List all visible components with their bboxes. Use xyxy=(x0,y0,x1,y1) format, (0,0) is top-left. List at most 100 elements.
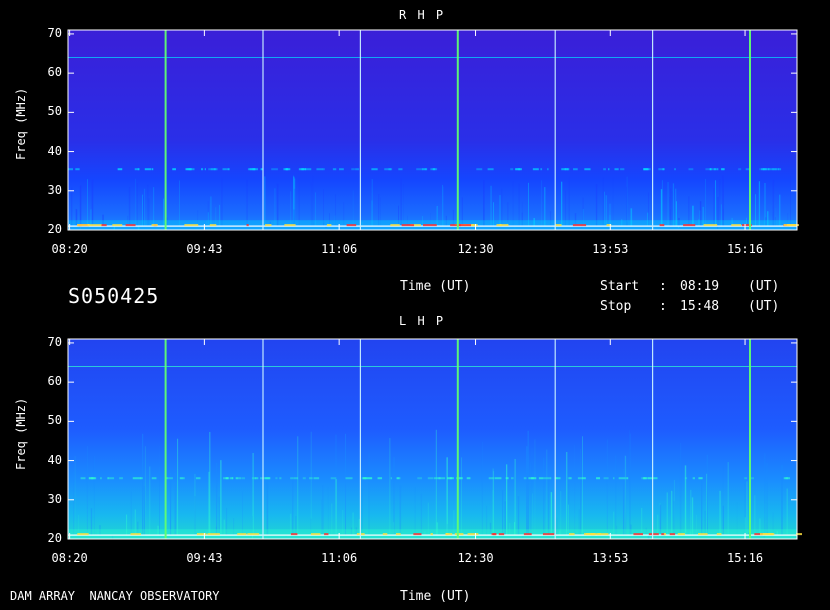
interference-band xyxy=(225,477,229,480)
interference-band xyxy=(643,168,650,171)
burst-spot xyxy=(467,533,479,536)
burst-spot xyxy=(669,533,676,536)
interference-band xyxy=(760,168,767,171)
interference-band xyxy=(398,168,403,171)
burst-spot xyxy=(783,224,791,227)
burst-spot xyxy=(326,224,332,227)
interference-band xyxy=(229,477,233,480)
interference-band xyxy=(172,168,176,171)
burst-spot xyxy=(659,224,665,227)
interference-band xyxy=(137,168,140,171)
interference-band xyxy=(577,477,583,480)
interference-band xyxy=(390,477,392,480)
burst-spot xyxy=(396,533,401,536)
interference-band xyxy=(179,477,183,480)
burst-spot xyxy=(698,533,708,536)
interference-band xyxy=(573,168,578,171)
burst-spot xyxy=(523,533,532,536)
burst-spot xyxy=(716,533,722,536)
interference-band xyxy=(446,477,454,480)
burst-spot xyxy=(555,224,562,227)
interference-band xyxy=(68,168,73,171)
burst-spot xyxy=(648,533,659,536)
interference-band xyxy=(459,477,463,480)
burst-spot xyxy=(184,224,199,227)
interference-band xyxy=(550,477,552,480)
interference-band xyxy=(427,477,433,480)
burst-spot xyxy=(731,224,742,227)
burst-spot xyxy=(77,533,89,536)
interference-band xyxy=(515,168,520,171)
burst-spot xyxy=(246,224,249,227)
interference-band xyxy=(505,477,509,480)
interference-band xyxy=(532,168,539,171)
interference-band xyxy=(338,168,344,171)
interference-band xyxy=(309,477,313,480)
interference-band xyxy=(186,168,192,171)
interference-band xyxy=(302,477,306,480)
interference-band xyxy=(538,477,544,480)
interference-band xyxy=(620,168,625,171)
interference-band xyxy=(351,168,355,171)
interference-band xyxy=(316,168,324,171)
interference-band xyxy=(275,477,278,480)
interference-band xyxy=(540,168,543,171)
interference-band xyxy=(368,477,373,480)
burst-spot xyxy=(677,533,685,536)
interference-band xyxy=(626,477,629,480)
interference-band xyxy=(561,168,566,171)
interference-band xyxy=(648,477,653,480)
interference-band xyxy=(596,477,601,480)
burst-spot xyxy=(454,533,464,536)
interference-band xyxy=(299,168,304,171)
interference-band xyxy=(398,477,401,480)
burst-spot xyxy=(542,533,555,536)
interference-band xyxy=(692,477,695,480)
interference-band xyxy=(674,168,676,171)
interference-band xyxy=(264,477,270,480)
interference-band xyxy=(487,168,494,171)
interference-band xyxy=(107,477,115,480)
interference-band xyxy=(567,477,571,480)
interference-band xyxy=(136,477,142,480)
rhp-spectrogram-panel xyxy=(67,29,799,231)
interference-band xyxy=(614,168,619,171)
burst-spot xyxy=(112,224,123,227)
interference-band xyxy=(432,168,436,171)
interference-band xyxy=(355,168,360,171)
burst-spot xyxy=(310,533,321,536)
interference-band xyxy=(279,477,282,480)
interference-band xyxy=(227,168,230,171)
burst-spot xyxy=(569,533,575,536)
interference-band xyxy=(721,168,725,171)
interference-band xyxy=(80,477,86,480)
interference-band xyxy=(511,477,514,480)
interference-band xyxy=(75,168,80,171)
burst-spot xyxy=(151,224,158,227)
interference-band xyxy=(371,168,378,171)
burst-spot xyxy=(633,533,643,536)
interference-band xyxy=(785,477,789,480)
interference-band xyxy=(494,477,502,480)
interference-band xyxy=(117,168,123,171)
burst-spot xyxy=(413,533,422,536)
burst-spot xyxy=(76,224,90,227)
burst-spot xyxy=(390,224,400,227)
interference-band xyxy=(119,477,123,480)
burst-spot xyxy=(284,224,296,227)
interference-band xyxy=(768,168,770,171)
interference-band xyxy=(466,477,471,480)
burst-spot xyxy=(130,533,141,536)
interference-band xyxy=(283,168,288,171)
burst-spot xyxy=(422,224,437,227)
interference-band xyxy=(362,477,369,480)
burst-spot xyxy=(450,224,462,227)
interference-band xyxy=(271,168,278,171)
interference-band xyxy=(210,168,218,171)
burst-spot xyxy=(346,224,357,227)
interference-band xyxy=(247,168,255,171)
burst-spot xyxy=(125,224,136,227)
burst-spot xyxy=(683,224,696,227)
interference-band xyxy=(201,168,204,171)
interference-band xyxy=(417,477,422,480)
